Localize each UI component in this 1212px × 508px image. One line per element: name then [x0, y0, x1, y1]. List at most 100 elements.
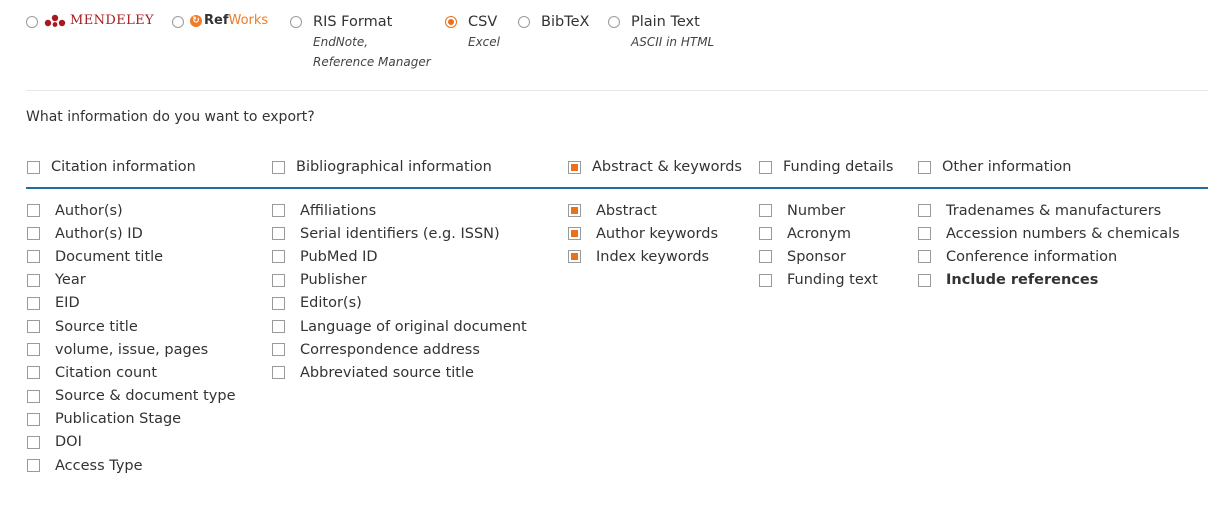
- mendeley-wordmark: MENDELEY: [70, 13, 154, 28]
- field-checkbox[interactable]: [568, 250, 581, 264]
- field-checkbox[interactable]: [27, 320, 40, 334]
- export-field-option[interactable]: Source & document type: [27, 385, 236, 408]
- mendeley-radio[interactable]: [26, 16, 38, 28]
- field-checkbox[interactable]: [27, 250, 40, 264]
- field-checkbox[interactable]: [759, 227, 772, 241]
- field-checkbox[interactable]: [27, 389, 40, 403]
- export-field-option[interactable]: Document title: [27, 245, 236, 268]
- field-checkbox[interactable]: [27, 204, 40, 218]
- export-field-option[interactable]: Conference information: [918, 245, 1180, 268]
- export-field-option[interactable]: Author keywords: [568, 222, 718, 245]
- field-label: Acronym: [787, 225, 852, 242]
- export-question: What information do you want to export?: [26, 109, 315, 125]
- group-citation-information[interactable]: Citation information: [27, 155, 196, 179]
- export-field-option[interactable]: Source title: [27, 315, 236, 338]
- refworks-radio[interactable]: [172, 16, 184, 28]
- field-checkbox[interactable]: [272, 227, 285, 241]
- field-label: Funding text: [787, 272, 878, 289]
- export-field-option[interactable]: Abbreviated source title: [272, 361, 527, 384]
- format-option-plain-text[interactable]: Plain Text ASCII in HTML: [608, 13, 714, 52]
- field-checkbox[interactable]: [272, 343, 285, 357]
- export-field-option[interactable]: Index keywords: [568, 245, 718, 268]
- export-field-option[interactable]: Affiliations: [272, 199, 527, 222]
- plain-text-sub-ascii: ASCII in HTML: [631, 35, 715, 49]
- format-option-csv[interactable]: CSV Excel: [445, 13, 500, 52]
- csv-sub-excel: Excel: [468, 35, 500, 49]
- export-field-option[interactable]: Citation count: [27, 361, 236, 384]
- format-option-bibtex[interactable]: BibTeX: [518, 13, 589, 31]
- field-checkbox[interactable]: [27, 227, 40, 241]
- group-label: Abstract & keywords: [592, 159, 742, 175]
- group-abstract-keywords[interactable]: Abstract & keywords: [568, 155, 742, 179]
- field-label: Citation count: [55, 364, 158, 381]
- group-other-information[interactable]: Other information: [918, 155, 1071, 179]
- field-label: Access Type: [55, 457, 143, 474]
- export-field-option[interactable]: Include references: [918, 269, 1180, 292]
- export-field-option[interactable]: volume, issue, pages: [27, 338, 236, 361]
- export-field-option[interactable]: Number: [759, 199, 878, 222]
- export-field-option[interactable]: DOI: [27, 431, 236, 454]
- field-label: Include references: [946, 272, 1099, 289]
- export-field-option[interactable]: Publisher: [272, 269, 527, 292]
- field-label: Sponsor: [787, 248, 846, 265]
- abstract-keywords-checkbox[interactable]: [568, 160, 581, 174]
- export-field-option[interactable]: Author(s) ID: [27, 222, 236, 245]
- field-checkbox[interactable]: [272, 296, 285, 310]
- export-field-option[interactable]: Language of original document: [272, 315, 527, 338]
- export-field-option[interactable]: Author(s): [27, 199, 236, 222]
- funding-details-checkbox[interactable]: [759, 160, 772, 174]
- field-checkbox[interactable]: [759, 273, 772, 287]
- export-field-option[interactable]: Accession numbers & chemicals: [918, 222, 1180, 245]
- field-checkbox[interactable]: [918, 273, 931, 287]
- bibliographical-information-checkbox[interactable]: [272, 160, 285, 174]
- export-field-option[interactable]: Editor(s): [272, 292, 527, 315]
- field-checkbox[interactable]: [272, 366, 285, 380]
- ris-radio[interactable]: [290, 16, 302, 28]
- field-checkbox[interactable]: [272, 250, 285, 264]
- field-checkbox[interactable]: [27, 459, 40, 473]
- field-checkbox[interactable]: [272, 273, 285, 287]
- export-field-option[interactable]: Year: [27, 269, 236, 292]
- field-checkbox[interactable]: [568, 227, 581, 241]
- export-field-option[interactable]: EID: [27, 292, 236, 315]
- format-option-ris[interactable]: RIS Format EndNote, Reference Manager: [290, 13, 431, 72]
- export-field-option[interactable]: Access Type: [27, 454, 236, 477]
- field-checkbox[interactable]: [759, 250, 772, 264]
- field-checkbox[interactable]: [27, 435, 40, 449]
- field-checkbox[interactable]: [918, 227, 931, 241]
- field-checkbox[interactable]: [272, 320, 285, 334]
- field-checkbox[interactable]: [568, 204, 581, 218]
- field-label: Author(s): [55, 202, 123, 219]
- funding-items-list: Number Acronym Sponsor Funding text: [759, 199, 878, 292]
- group-bibliographical-information[interactable]: Bibliographical information: [272, 155, 492, 179]
- other-information-checkbox[interactable]: [918, 160, 931, 174]
- field-checkbox[interactable]: [27, 366, 40, 380]
- field-checkbox[interactable]: [272, 204, 285, 218]
- field-checkbox[interactable]: [27, 412, 40, 426]
- export-field-option[interactable]: Abstract: [568, 199, 718, 222]
- field-checkbox[interactable]: [918, 250, 931, 264]
- bibtex-radio[interactable]: [518, 16, 530, 28]
- csv-radio[interactable]: [445, 16, 457, 28]
- export-field-option[interactable]: Acronym: [759, 222, 878, 245]
- citation-items-list: Author(s) Author(s) ID Document title Year E…: [27, 199, 236, 477]
- plain-text-radio[interactable]: [608, 16, 620, 28]
- field-label: EID: [55, 295, 80, 312]
- field-checkbox[interactable]: [27, 343, 40, 357]
- export-field-option[interactable]: Funding text: [759, 269, 878, 292]
- format-option-mendeley[interactable]: MENDELEY: [26, 13, 154, 29]
- refworks-badge-icon: ↻: [190, 15, 202, 27]
- group-funding-details[interactable]: Funding details: [759, 155, 893, 179]
- field-checkbox[interactable]: [759, 204, 772, 218]
- format-option-refworks[interactable]: ↻ RefWorks: [172, 13, 268, 29]
- field-checkbox[interactable]: [918, 204, 931, 218]
- export-field-option[interactable]: Tradenames & manufacturers: [918, 199, 1180, 222]
- field-checkbox[interactable]: [27, 273, 40, 287]
- export-field-option[interactable]: PubMed ID: [272, 245, 527, 268]
- field-checkbox[interactable]: [27, 296, 40, 310]
- export-field-option[interactable]: Correspondence address: [272, 338, 527, 361]
- export-field-option[interactable]: Serial identifiers (e.g. ISSN): [272, 222, 527, 245]
- citation-information-checkbox[interactable]: [27, 160, 40, 174]
- export-field-option[interactable]: Publication Stage: [27, 408, 236, 431]
- export-field-option[interactable]: Sponsor: [759, 245, 878, 268]
